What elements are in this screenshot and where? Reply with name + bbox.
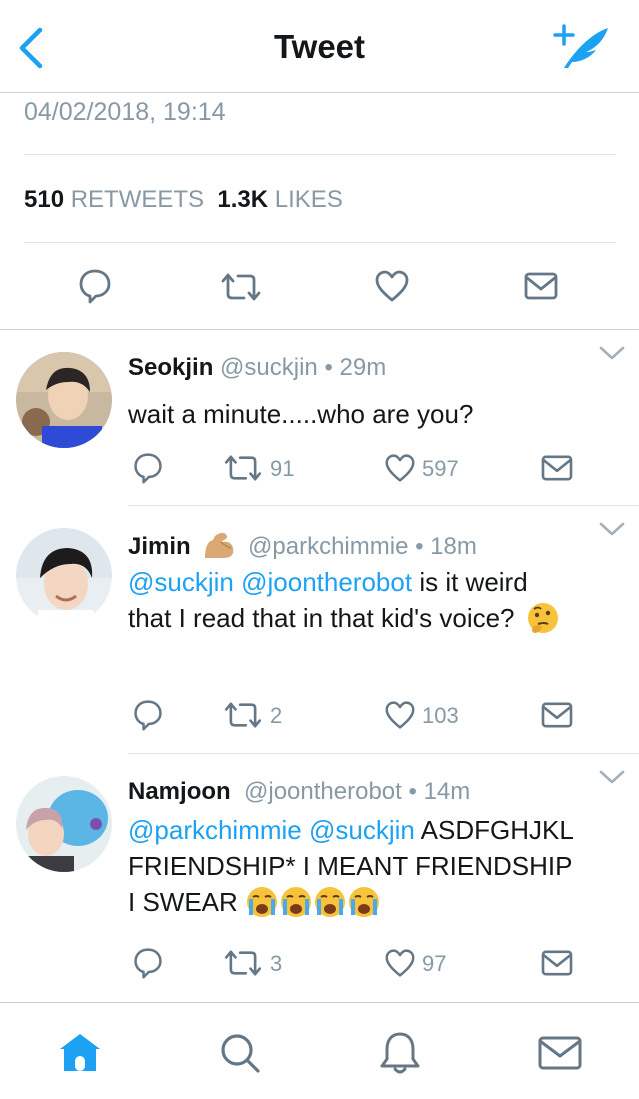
reply-time: • 14m	[408, 778, 471, 805]
chevron-down-icon[interactable]	[598, 344, 626, 362]
crying-face-emoji-icon	[279, 885, 313, 928]
retweet-count: 2	[270, 703, 283, 728]
reply-header: Jimin @parkchimmie • 18m	[128, 530, 477, 561]
compose-tweet-icon	[553, 24, 608, 68]
retweet-count[interactable]: 510	[24, 186, 64, 213]
avatar[interactable]	[16, 776, 112, 872]
page-title: Tweet	[273, 28, 366, 65]
tweet-timestamp: 04/02/2018, 19:14	[24, 98, 226, 126]
like-count[interactable]: 1.3K	[217, 186, 268, 213]
reply-tweet[interactable]: Namjoon @joontherobot • 14m @parkchimmie…	[0, 754, 639, 1001]
reply-text: @parkchimmie @suckjin ASDFGHJKL FRIENDSH…	[128, 812, 633, 928]
like-label[interactable]: LIKES	[275, 186, 343, 213]
like-icon[interactable]	[384, 700, 416, 730]
reply-time: • 29m	[324, 354, 387, 381]
retweet-icon[interactable]	[222, 701, 264, 729]
tweet-stats: 510 RETWEETS 1.3K LIKES	[24, 186, 343, 214]
reply-header: Seokjin @suckjin • 29m	[128, 354, 386, 382]
chevron-down-icon[interactable]	[598, 520, 626, 538]
like-count: 97	[422, 951, 447, 976]
reply-icon[interactable]	[78, 268, 112, 304]
reply-text: @suckjin @joontherobot is it weird that …	[128, 564, 633, 636]
avatar[interactable]	[16, 352, 112, 448]
chevron-down-icon[interactable]	[598, 768, 626, 786]
like-icon[interactable]	[384, 453, 416, 483]
crying-face-emoji-icon	[245, 885, 279, 928]
divider	[24, 154, 616, 155]
bottom-tab-bar	[0, 1002, 639, 1099]
display-name[interactable]: Namjoon	[128, 778, 231, 805]
divider	[24, 242, 616, 243]
mention-link[interactable]: @parkchimmie	[128, 815, 302, 845]
reply-icon[interactable]	[132, 699, 164, 731]
like-count: 597	[422, 456, 459, 481]
retweet-count: 3	[270, 951, 283, 976]
crying-face-emoji-icon	[313, 885, 347, 928]
message-icon[interactable]	[540, 454, 574, 482]
reply-header: Namjoon @joontherobot • 14m	[128, 778, 470, 806]
retweet-icon[interactable]	[222, 454, 264, 482]
reply-time: • 18m	[415, 533, 477, 560]
like-count: 103	[422, 703, 459, 728]
retweet-icon[interactable]	[219, 272, 263, 302]
search-icon[interactable]	[216, 1029, 264, 1077]
avatar-image	[16, 528, 112, 624]
reply-icon[interactable]	[132, 452, 164, 484]
reply-tweet[interactable]: Seokjin @suckjin • 29m wait a minute....…	[0, 330, 639, 505]
mention-link[interactable]: @suckjin	[309, 815, 415, 845]
crying-face-emoji-icon	[347, 885, 381, 928]
mention-link[interactable]: @joontherobot	[241, 567, 412, 597]
messages-icon[interactable]	[536, 1029, 584, 1077]
mention-link[interactable]: @suckjin	[128, 567, 234, 597]
notifications-icon[interactable]	[376, 1029, 424, 1077]
thinking-face-emoji-icon	[527, 603, 558, 633]
flexed-biceps-emoji-icon	[205, 532, 234, 558]
display-name[interactable]: Seokjin	[128, 354, 213, 381]
retweet-count: 91	[270, 456, 295, 481]
user-handle[interactable]: @joontherobot	[244, 778, 402, 805]
compose-tweet-button[interactable]	[550, 24, 612, 72]
home-icon[interactable]	[56, 1029, 104, 1077]
message-icon[interactable]	[540, 949, 574, 977]
user-handle[interactable]: @parkchimmie	[248, 533, 408, 560]
display-name[interactable]: Jimin	[128, 533, 191, 560]
message-icon[interactable]	[523, 271, 559, 301]
message-icon[interactable]	[540, 701, 574, 729]
like-icon[interactable]	[384, 948, 416, 978]
reply-icon[interactable]	[132, 947, 164, 979]
user-handle[interactable]: @suckjin	[220, 354, 318, 381]
reply-text: wait a minute.....who are you?	[128, 399, 474, 429]
reply-tweet[interactable]: Jimin @parkchimmie • 18m @suckjin @joont…	[0, 506, 639, 753]
avatar[interactable]	[16, 528, 112, 624]
avatar-image	[16, 352, 112, 448]
like-icon[interactable]	[374, 269, 410, 303]
retweet-icon[interactable]	[222, 949, 264, 977]
retweet-label[interactable]: RETWEETS	[71, 186, 204, 213]
avatar-image	[16, 776, 112, 872]
top-nav-bar: Tweet	[0, 0, 639, 93]
